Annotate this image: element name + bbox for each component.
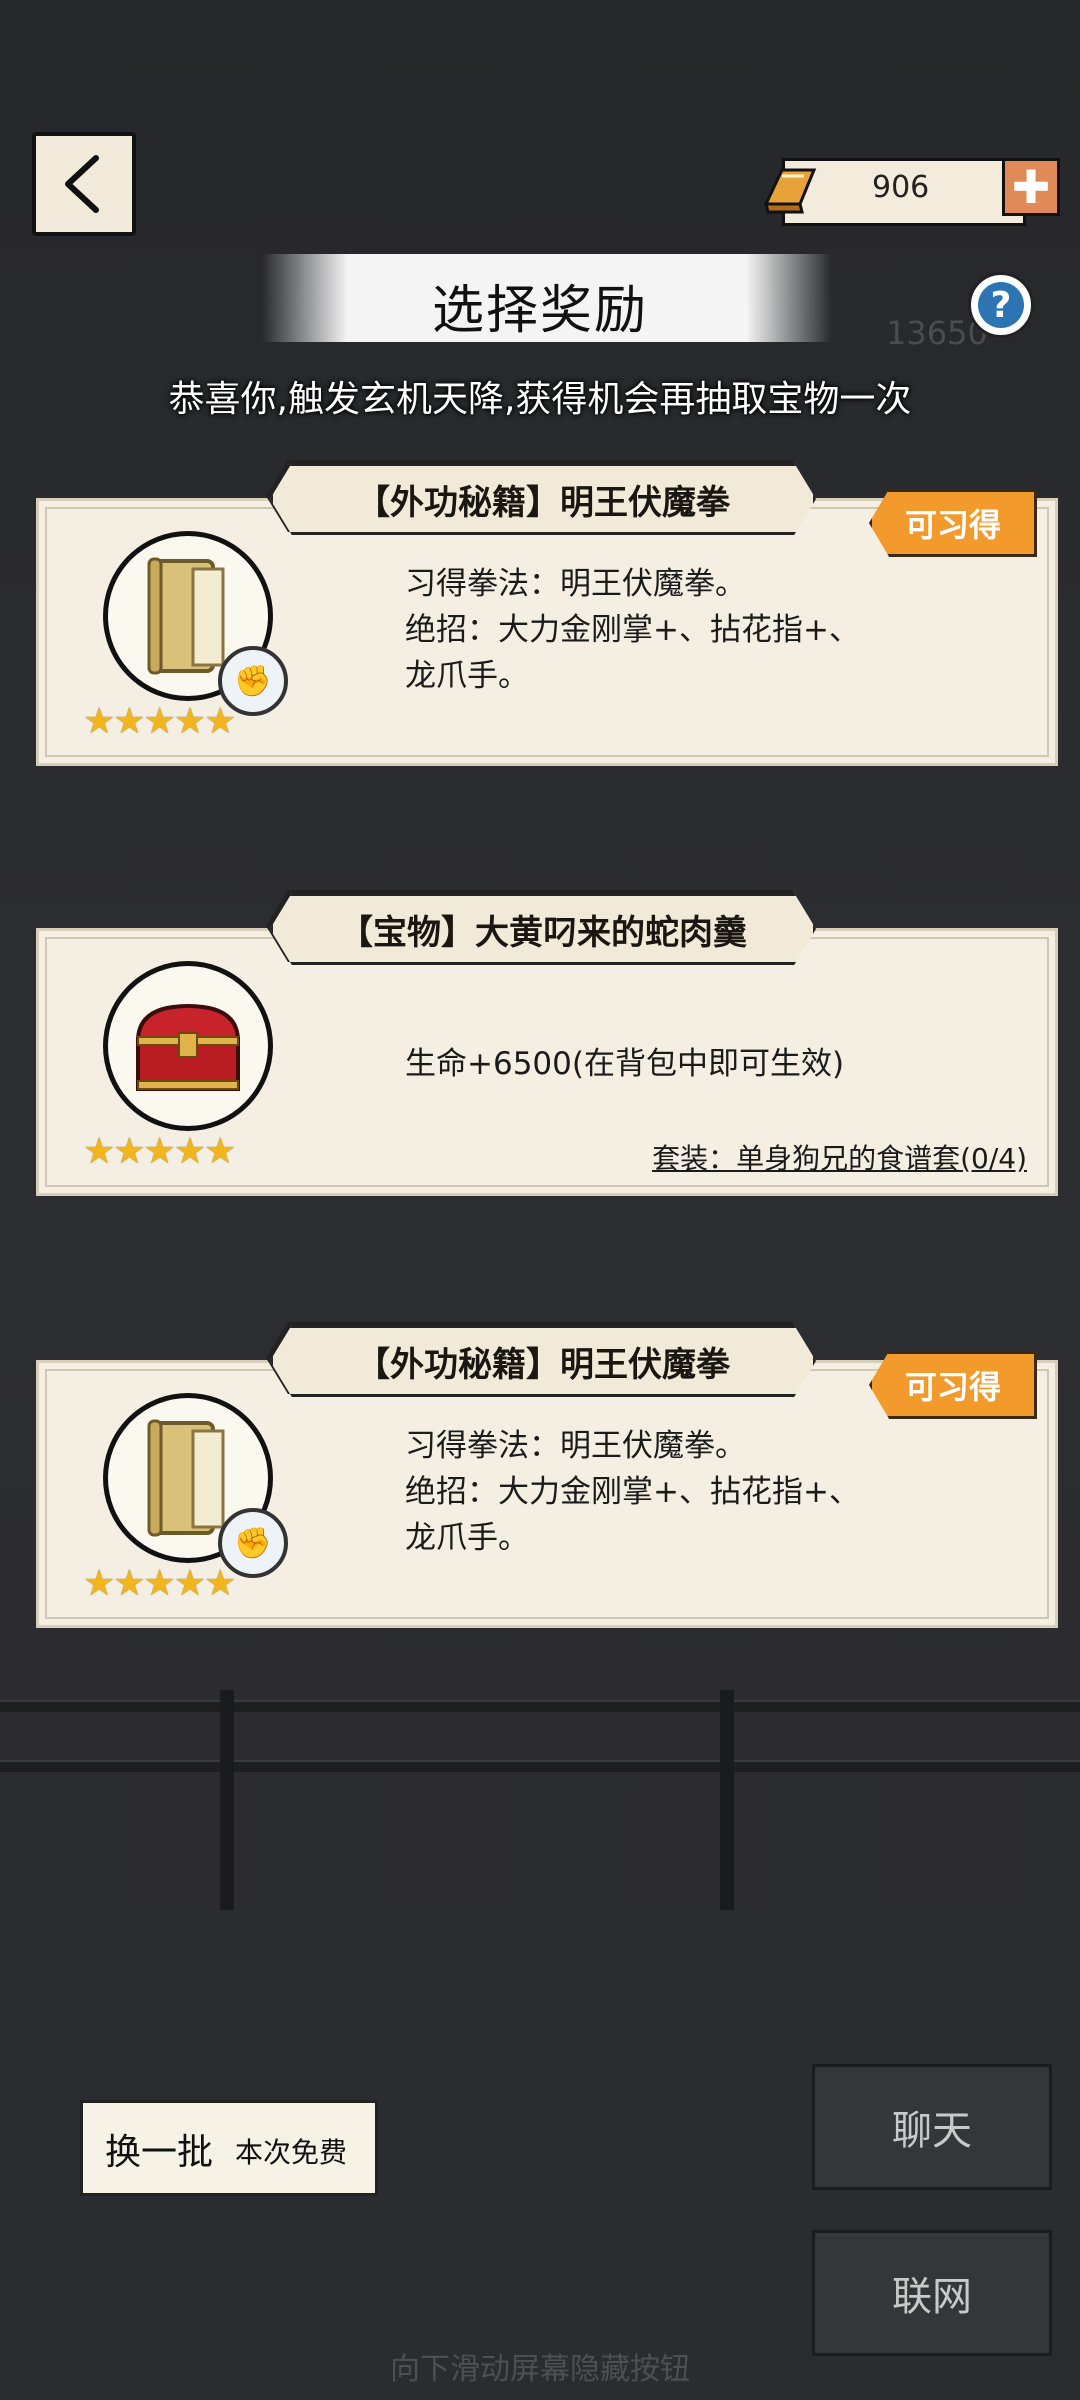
rarity-stars: ★★★★★ xyxy=(83,1131,236,1172)
subtitle-message: 恭喜你,触发玄机天降,获得机会再抽取宝物一次 xyxy=(168,379,912,420)
background-fence xyxy=(0,1680,1080,1920)
refresh-free-note: 本次免费 xyxy=(235,2136,348,2169)
card-title: 【外功秘籍】明王伏魔拳 xyxy=(270,1325,816,1397)
reward-card-3[interactable]: 习得拳法：明王伏魔拳。 绝招：大力金刚掌+、拈花指+、 龙爪手。 ✊ ★★★★★… xyxy=(36,1351,1058,1628)
reward-card-1[interactable]: 习得拳法：明王伏魔拳。 绝招：大力金刚掌+、拈花指+、 龙爪手。 ✊ ★★★★★… xyxy=(36,489,1058,766)
refresh-label: 换一批 xyxy=(105,2132,214,2173)
set-bonus-link[interactable]: 套装：单身狗兄的食谱套(0/4) xyxy=(652,1137,1027,1177)
desc-line: 习得拳法：明王伏魔拳。 xyxy=(405,1428,746,1464)
desc-line: 龙爪手。 xyxy=(405,658,529,694)
refresh-batch-button[interactable]: 换一批 本次免费 xyxy=(80,2100,378,2196)
add-gold-button[interactable]: ✚ xyxy=(1002,158,1060,216)
plus-icon: ✚ xyxy=(1011,160,1051,214)
gold-ingot-icon xyxy=(763,168,817,214)
card-description: 习得拳法：明王伏魔拳。 绝招：大力金刚掌+、拈花指+、 龙爪手。 xyxy=(405,1423,860,1561)
chevron-left-icon xyxy=(65,155,99,213)
card-description: 习得拳法：明王伏魔拳。 绝招：大力金刚掌+、拈花指+、 龙爪手。 xyxy=(405,561,860,699)
gold-currency: 906 ✚ xyxy=(752,140,1060,236)
card-description: 生命+6500(在背包中即可生效) xyxy=(405,1041,844,1087)
desc-line: 习得拳法：明王伏魔拳。 xyxy=(405,566,746,602)
back-button[interactable] xyxy=(32,132,136,236)
rarity-stars: ★★★★★ xyxy=(83,1563,236,1604)
treasure-chest-icon xyxy=(135,1003,241,1091)
reward-card-2[interactable]: 生命+6500(在背包中即可生效) ★★★★★ 套装：单身狗兄的食谱套(0/4) xyxy=(36,928,1058,1196)
page-title: 选择奖励 xyxy=(431,281,648,341)
desc-line: 龙爪手。 xyxy=(405,1520,529,1556)
learnable-badge: 可习得 xyxy=(869,489,1037,557)
help-icon: ? xyxy=(978,282,1024,328)
gold-amount: 906 xyxy=(872,170,930,205)
card-title: 【宝物】大黄叼来的蛇肉羹 xyxy=(270,893,816,965)
item-icon-frame: ✊ xyxy=(103,531,288,716)
desc-line: 绝招：大力金刚掌+、拈花指+、 xyxy=(405,612,860,648)
help-button[interactable]: ? xyxy=(968,272,1034,338)
swipe-hint: 向下滑动屏幕隐藏按钮 xyxy=(390,2352,690,2387)
card-title: 【外功秘籍】明王伏魔拳 xyxy=(270,463,816,535)
desc-line: 生命+6500(在背包中即可生效) xyxy=(405,1046,845,1082)
network-button[interactable]: 联网 xyxy=(812,2230,1052,2356)
rarity-stars: ★★★★★ xyxy=(83,701,236,742)
chat-button[interactable]: 聊天 xyxy=(812,2064,1052,2190)
item-icon-frame: ✊ xyxy=(103,1393,288,1578)
background-scene: 13650 xyxy=(0,0,1080,2400)
item-icon-frame xyxy=(103,961,273,1131)
learnable-badge: 可习得 xyxy=(869,1351,1037,1419)
desc-line: 绝招：大力金刚掌+、拈花指+、 xyxy=(405,1474,860,1510)
